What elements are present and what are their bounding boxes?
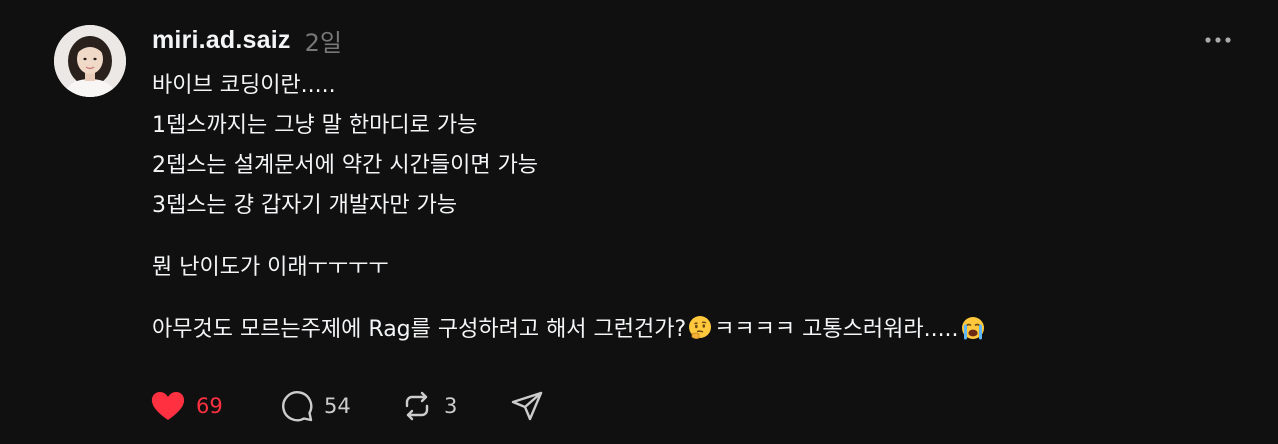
post-text-segment: 아무것도 모르는주제에 Rag를 구성하려고 해서 그런건가? [152,317,687,342]
repost-button[interactable]: 3 [400,386,510,426]
post-text-line: 2뎁스는 설계문서에 약간 시간들이면 가능 [152,153,539,178]
post-text-segment: ㅋㅋㅋㅋ 고통스러워라..... [714,317,959,342]
send-icon [511,391,543,421]
repost-icon [405,391,429,421]
timestamp[interactable]: 2일 [305,23,342,58]
share-button[interactable] [510,386,550,426]
post-text-line: 3뎁스는 걍 갑자기 개발자만 가능 [152,193,458,218]
reply-button[interactable]: 54 [280,386,400,426]
like-count: 69 [196,394,223,418]
thread-post: miri.ad.saiz 2일 바이브 코딩이란..... 1뎁스까지는 그냥 … [0,0,1278,444]
avatar[interactable] [54,25,126,97]
loudly-crying-face-emoji-icon [961,317,984,340]
comment-icon [282,391,313,422]
reply-count: 54 [324,394,351,418]
post-text-line: 뭔 난이도가 이래ㅜㅜㅜㅜ [152,255,389,280]
post-body: 바이브 코딩이란..... 1뎁스까지는 그냥 말 한마디로 가능 2뎁스는 설… [152,66,1242,350]
post-text-line-last: 아무것도 모르는주제에 Rag를 구성하려고 해서 그런건가? ㅋㅋㅋㅋ 고통스… [152,310,1242,350]
more-icon [1205,37,1231,43]
username[interactable]: miri.ad.saiz [152,26,291,55]
post-header: miri.ad.saiz 2일 [152,22,342,58]
repost-count: 3 [444,394,458,418]
thinking-face-emoji-icon [689,316,712,339]
post-text-line: 바이브 코딩이란..... [152,73,336,98]
action-bar: 69 54 3 [150,386,550,426]
like-button[interactable]: 69 [150,386,280,426]
more-options-button[interactable] [1198,28,1238,52]
heart-icon [151,392,185,420]
post-text-line: 1뎁스까지는 그냥 말 한마디로 가능 [152,113,478,138]
